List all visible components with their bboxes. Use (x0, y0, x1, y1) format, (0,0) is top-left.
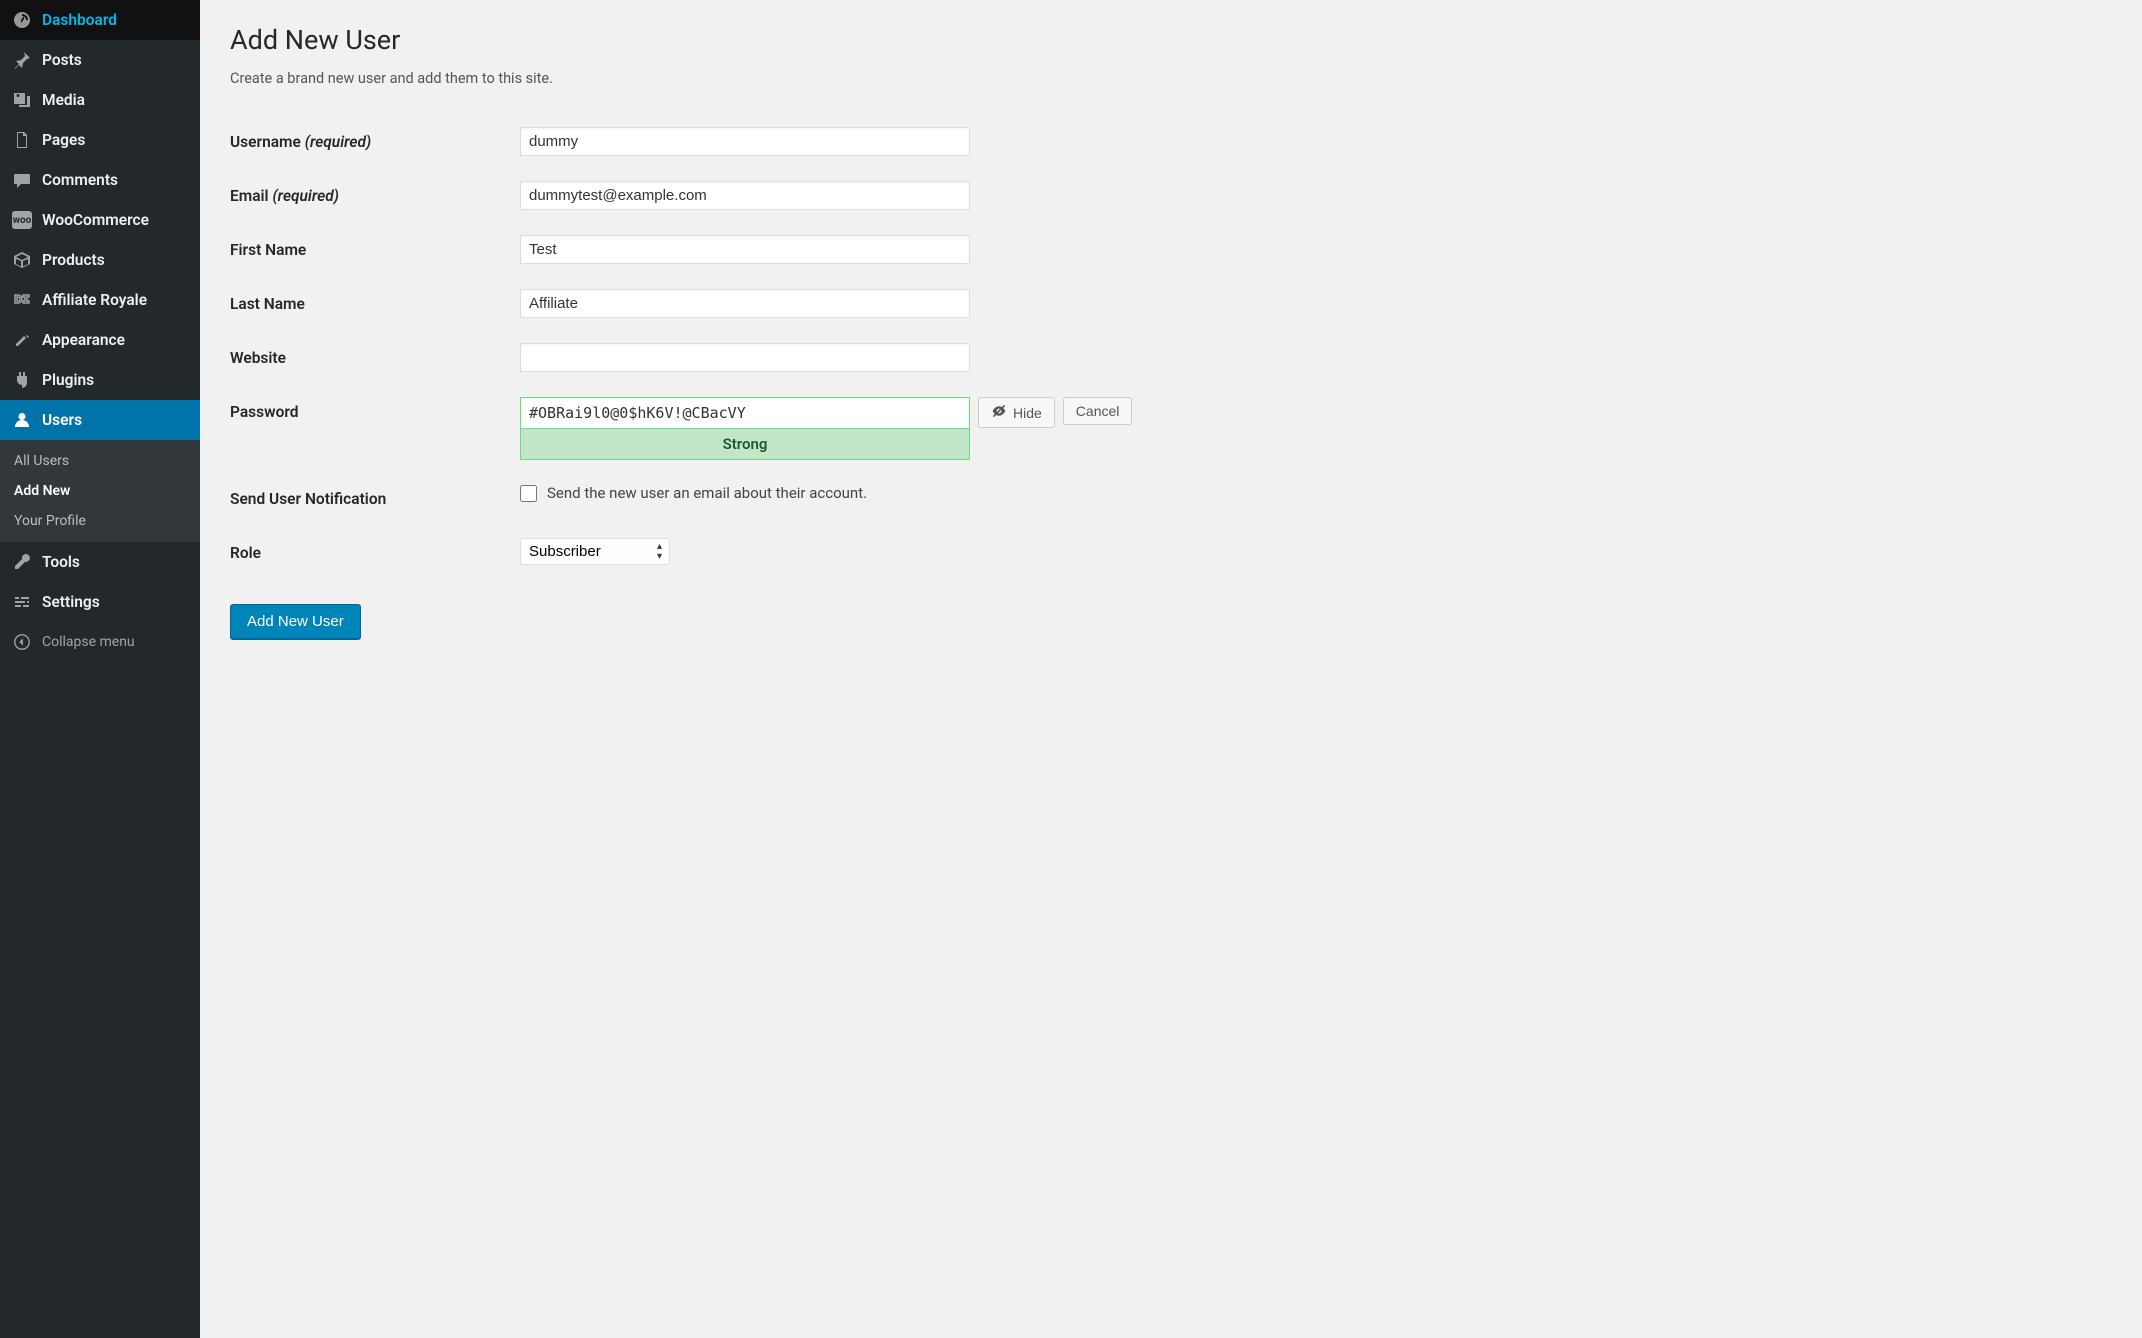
sidebar-item-appearance[interactable]: Appearance (0, 320, 200, 360)
sidebar-sub-your-profile[interactable]: Your Profile (0, 506, 200, 536)
sidebar-item-dashboard[interactable]: Dashboard (0, 0, 200, 40)
sidebar-item-label: Pages (42, 131, 85, 149)
sidebar-item-label: Appearance (42, 331, 125, 349)
collapse-menu-label: Collapse menu (42, 634, 135, 650)
sidebar-submenu-users: All Users Add New Your Profile (0, 440, 200, 542)
plugins-icon (12, 370, 32, 390)
password-field[interactable] (520, 397, 970, 428)
dashboard-icon (12, 10, 32, 30)
affiliate-icon (12, 290, 32, 310)
field-label-last-name: Last Name (230, 277, 510, 331)
sidebar-item-label: Comments (42, 171, 118, 189)
last-name-field[interactable] (520, 289, 970, 318)
sidebar-item-label: Dashboard (42, 11, 117, 29)
send-notification-label: Send the new user an email about their a… (547, 484, 867, 502)
sidebar-item-label: Tools (42, 553, 80, 571)
hide-password-button[interactable]: Hide (978, 397, 1055, 428)
sidebar-item-pages[interactable]: Pages (0, 120, 200, 160)
password-strength-indicator: Strong (520, 428, 970, 460)
sidebar-item-affiliate-royale[interactable]: Affiliate Royale (0, 280, 200, 320)
field-label-first-name: First Name (230, 223, 510, 277)
email-field[interactable] (520, 181, 970, 210)
tools-icon (12, 552, 32, 572)
sidebar-item-users[interactable]: Users (0, 400, 200, 440)
field-label-username: Username (required) (230, 115, 510, 169)
users-icon (12, 410, 32, 430)
role-dropdown[interactable]: Subscriber (520, 538, 670, 565)
field-label-role: Role (230, 526, 510, 580)
sidebar-item-comments[interactable]: Comments (0, 160, 200, 200)
page-title: Add New User (230, 24, 2112, 56)
products-icon (12, 250, 32, 270)
media-icon (12, 90, 32, 110)
admin-sidebar: Dashboard Posts Media Pages Comments woo… (0, 0, 200, 1338)
collapse-icon (12, 632, 32, 652)
sidebar-item-media[interactable]: Media (0, 80, 200, 120)
cancel-password-button[interactable]: Cancel (1063, 397, 1133, 425)
page-description: Create a brand new user and add them to … (230, 70, 2112, 87)
field-label-website: Website (230, 331, 510, 385)
sidebar-item-label: Settings (42, 593, 100, 611)
add-new-user-button[interactable]: Add New User (230, 604, 361, 639)
comment-icon (12, 170, 32, 190)
sidebar-sub-add-new[interactable]: Add New (0, 476, 200, 506)
sidebar-item-label: Users (42, 411, 82, 429)
sidebar-item-label: Media (42, 91, 85, 109)
sidebar-item-settings[interactable]: Settings (0, 582, 200, 622)
sidebar-item-products[interactable]: Products (0, 240, 200, 280)
appearance-icon (12, 330, 32, 350)
sidebar-item-woocommerce[interactable]: woo WooCommerce (0, 200, 200, 240)
send-notification-row[interactable]: Send the new user an email about their a… (520, 484, 1132, 502)
pin-icon (12, 50, 32, 70)
first-name-field[interactable] (520, 235, 970, 264)
sidebar-item-label: Posts (42, 51, 82, 69)
send-notification-checkbox[interactable] (520, 485, 537, 502)
field-label-email: Email (required) (230, 169, 510, 223)
eye-off-icon (991, 403, 1007, 422)
sidebar-item-label: Affiliate Royale (42, 291, 147, 309)
user-form-table: Username (required) Email (required) Fir… (230, 115, 1142, 580)
username-field[interactable] (520, 127, 970, 156)
pages-icon (12, 130, 32, 150)
sidebar-item-label: WooCommerce (42, 211, 149, 229)
sidebar-item-tools[interactable]: Tools (0, 542, 200, 582)
website-field[interactable] (520, 343, 970, 372)
sidebar-item-plugins[interactable]: Plugins (0, 360, 200, 400)
woocommerce-icon: woo (12, 210, 32, 230)
field-label-password: Password (230, 385, 510, 472)
collapse-menu-button[interactable]: Collapse menu (0, 622, 200, 662)
main-content: Add New User Create a brand new user and… (200, 0, 2142, 1338)
sidebar-item-label: Plugins (42, 371, 94, 389)
settings-icon (12, 592, 32, 612)
sidebar-item-posts[interactable]: Posts (0, 40, 200, 80)
sidebar-sub-all-users[interactable]: All Users (0, 446, 200, 476)
field-label-send-notification: Send User Notification (230, 472, 510, 526)
sidebar-item-label: Products (42, 251, 105, 269)
